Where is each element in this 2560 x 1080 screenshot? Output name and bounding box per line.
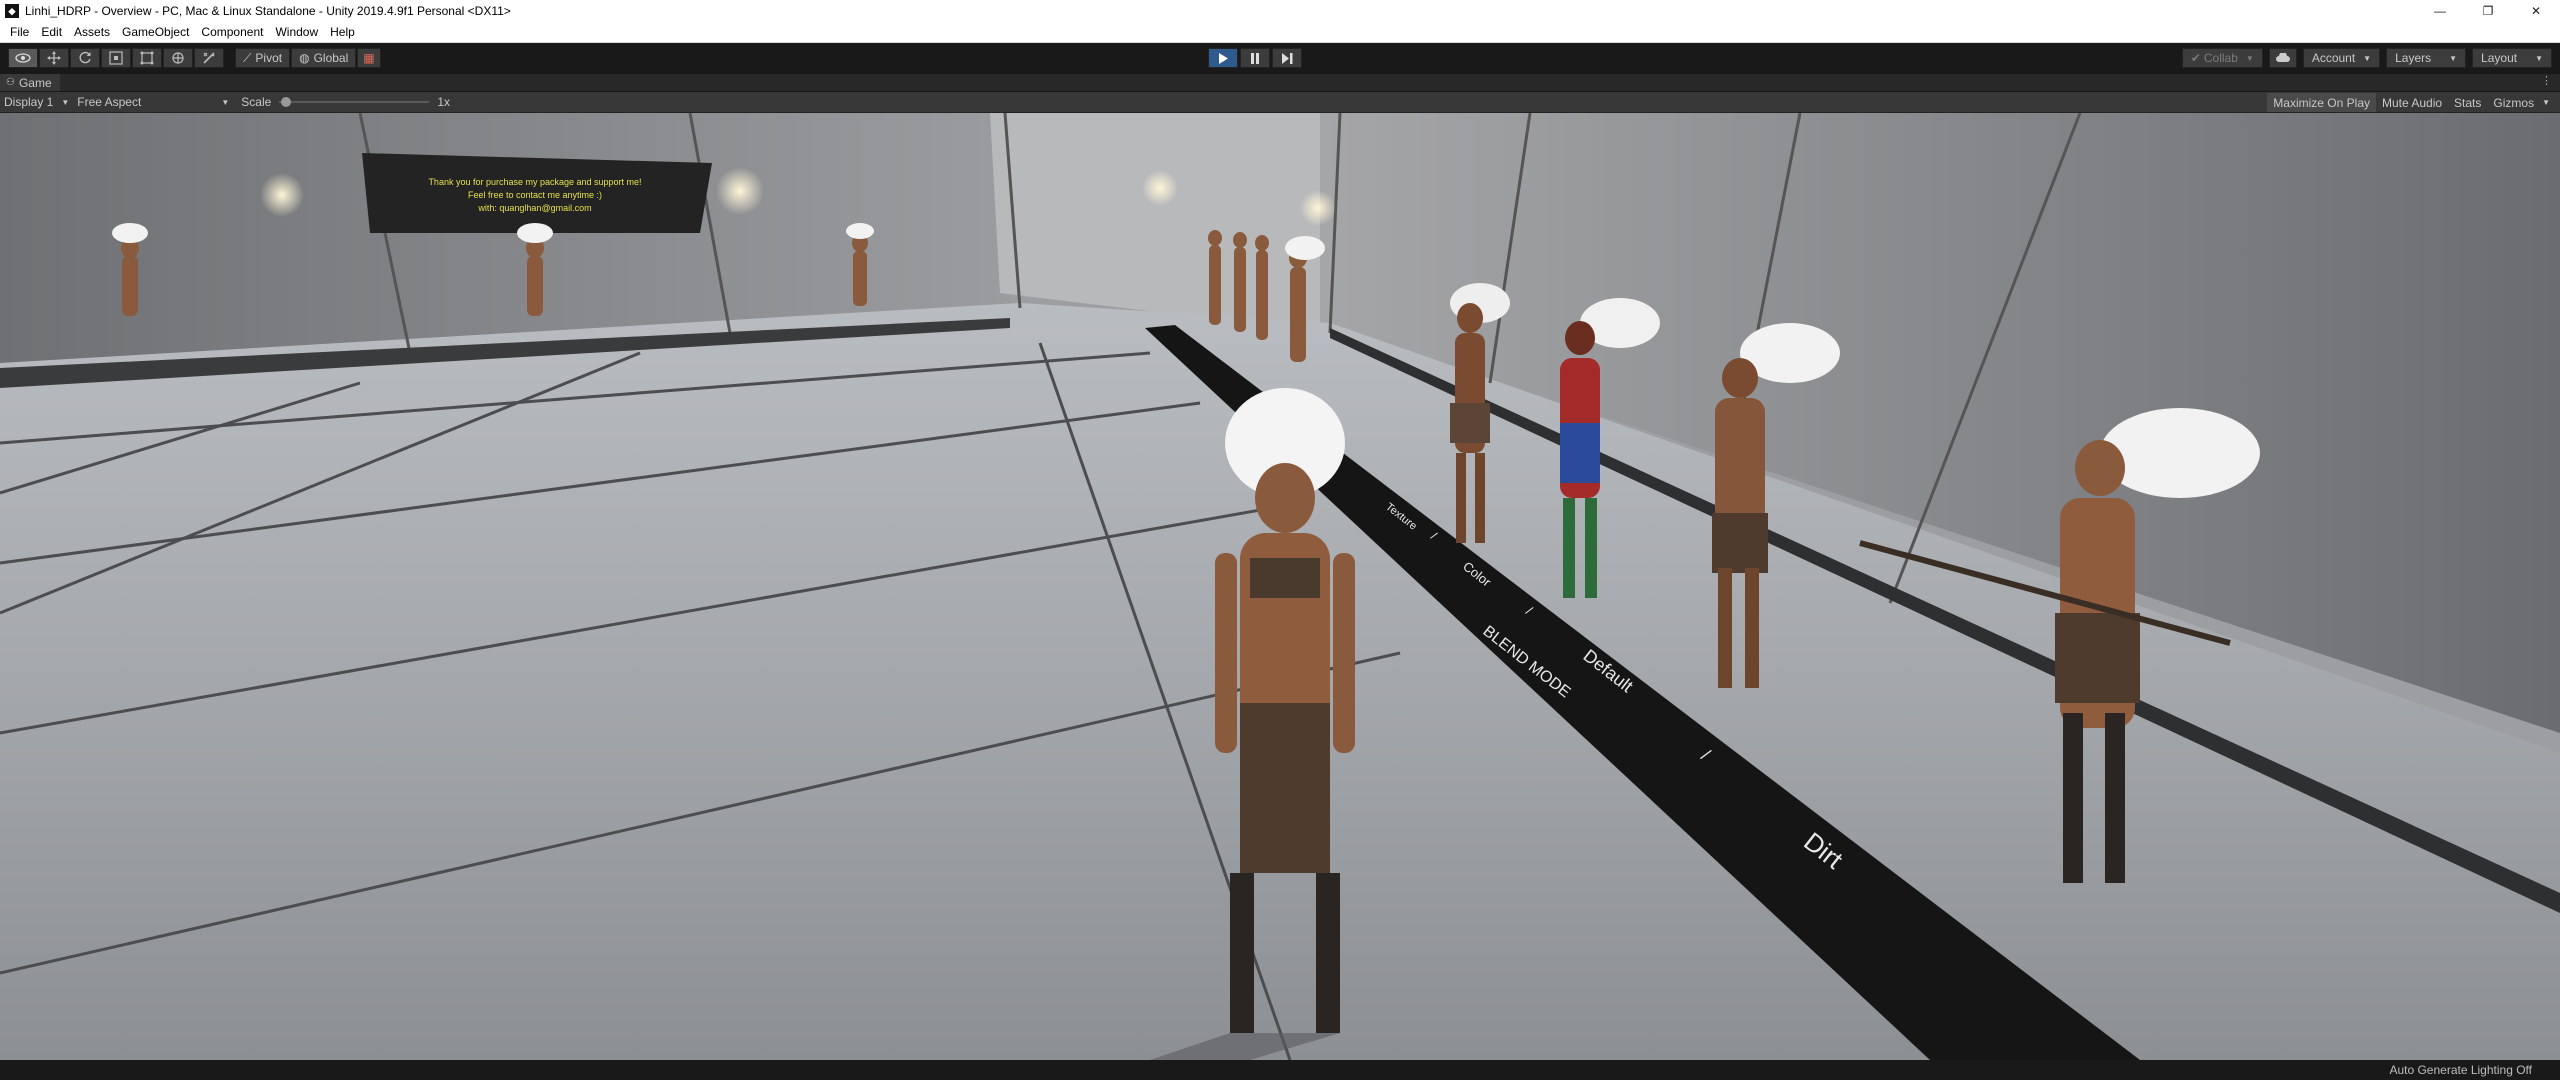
menu-component[interactable]: Component bbox=[195, 25, 269, 39]
menu-assets[interactable]: Assets bbox=[68, 25, 116, 39]
scale-tool-button[interactable] bbox=[101, 48, 131, 68]
pivot-label: Pivot bbox=[255, 51, 283, 65]
window-title: Linhi_HDRP - Overview - PC, Mac & Linux … bbox=[25, 4, 511, 18]
cloud-button[interactable] bbox=[2268, 48, 2297, 68]
aspect-dropdown[interactable]: Free Aspect ▼ bbox=[73, 95, 233, 109]
chevron-down-icon: ▼ bbox=[2542, 98, 2550, 107]
auto-lighting-status[interactable]: Auto Generate Lighting Off bbox=[2389, 1063, 2532, 1077]
status-bar: Auto Generate Lighting Off bbox=[0, 1060, 2560, 1080]
play-icon bbox=[1219, 52, 1228, 64]
cloud-icon bbox=[2275, 53, 2290, 62]
rotate-tool-button[interactable] bbox=[70, 48, 100, 68]
scale-slider-thumb[interactable] bbox=[281, 97, 292, 107]
rect-transform-icon bbox=[140, 51, 154, 65]
scale-slider[interactable] bbox=[279, 97, 430, 107]
display-dropdown[interactable]: Display 1 ▼ bbox=[0, 95, 73, 109]
game-view-toggles: Maximize On Play Mute Audio Stats Gizmos… bbox=[2267, 93, 2556, 112]
tab-game-label: Game bbox=[18, 75, 52, 90]
chevron-down-icon: ▼ bbox=[61, 97, 70, 107]
window-controls: — ❐ ✕ bbox=[2416, 0, 2560, 22]
layers-label: Layers bbox=[2395, 51, 2432, 65]
chevron-down-icon: ▼ bbox=[2535, 53, 2543, 63]
rotate-icon bbox=[79, 51, 91, 64]
game-view-toolbar: Display 1 ▼ Free Aspect ▼ Scale 1x Maxim… bbox=[0, 92, 2560, 113]
play-button[interactable] bbox=[1208, 48, 1238, 68]
menu-bar: File Edit Assets GameObject Component Wi… bbox=[0, 22, 2560, 43]
check-icon: ✔ bbox=[2190, 51, 2201, 65]
gizmos-toggle[interactable]: Gizmos ▼ bbox=[2487, 93, 2556, 112]
menu-window[interactable]: Window bbox=[269, 25, 324, 39]
menu-gameobject[interactable]: GameObject bbox=[116, 25, 195, 39]
main-toolbar: ⟋ Pivot ◍ Global ▦ ✔ Collab ▼ Account ▼ … bbox=[0, 44, 2560, 72]
tab-menu-icon[interactable]: ⋮ bbox=[2541, 74, 2552, 87]
grid-snap-icon: ▦ bbox=[363, 51, 375, 65]
window-title-bar: ◆ Linhi_HDRP - Overview - PC, Mac & Linu… bbox=[0, 0, 2560, 22]
step-icon bbox=[1281, 52, 1292, 64]
gamepad-icon: ⚇ bbox=[6, 77, 15, 88]
close-button[interactable]: ✕ bbox=[2512, 0, 2560, 22]
thank-you-sign: Thank you for purchase my package and su… bbox=[362, 153, 712, 233]
pivot-toggle[interactable]: ⟋ Pivot bbox=[235, 48, 291, 68]
stats-toggle[interactable]: Stats bbox=[2448, 93, 2487, 112]
rect-tool-button[interactable] bbox=[132, 48, 162, 68]
chevron-down-icon: ▼ bbox=[221, 97, 230, 107]
transform-icon bbox=[172, 52, 184, 64]
collab-dropdown[interactable]: ✔ Collab ▼ bbox=[2181, 48, 2263, 68]
view-tool-button[interactable] bbox=[8, 48, 38, 68]
custom-tool-button[interactable] bbox=[194, 48, 224, 68]
gizmos-label: Gizmos bbox=[2493, 95, 2535, 110]
sign-line-2: Feel free to contact me anytime :) bbox=[468, 190, 602, 200]
pivot-controls: ⟋ Pivot ◍ Global ▦ bbox=[235, 48, 382, 68]
collab-label: Collab bbox=[2203, 51, 2238, 65]
maximize-on-play-toggle[interactable]: Maximize On Play bbox=[2267, 93, 2376, 112]
global-label: Global bbox=[313, 51, 349, 65]
toolbar-right: ✔ Collab ▼ Account ▼ Layers ▼ Layout ▼ bbox=[2176, 48, 2552, 68]
menu-file[interactable]: File bbox=[4, 25, 35, 39]
account-dropdown[interactable]: Account ▼ bbox=[2302, 48, 2381, 68]
wall-light bbox=[716, 167, 764, 215]
chevron-down-icon: ▼ bbox=[2363, 53, 2372, 63]
chevron-down-icon: ▼ bbox=[2245, 53, 2254, 63]
transform-tool-button[interactable] bbox=[163, 48, 193, 68]
sign-line-3: with: quanglhan@gmail.com bbox=[477, 203, 591, 213]
scale-label: Scale bbox=[241, 95, 272, 109]
game-tab-bar: ⚇ Game ⋮ bbox=[0, 74, 2560, 91]
pivot-icon: ⟋ bbox=[243, 50, 252, 65]
restore-button[interactable]: ❐ bbox=[2464, 0, 2512, 22]
step-button[interactable] bbox=[1272, 48, 1302, 68]
minimize-button[interactable]: — bbox=[2416, 0, 2464, 22]
mute-audio-toggle[interactable]: Mute Audio bbox=[2376, 93, 2448, 112]
chevron-down-icon: ▼ bbox=[2449, 53, 2458, 63]
wall-light bbox=[1300, 190, 1336, 226]
eye-icon bbox=[15, 53, 31, 63]
wall-light bbox=[260, 173, 304, 217]
pause-button[interactable] bbox=[1240, 48, 1270, 68]
grid-snap-button[interactable]: ▦ bbox=[357, 48, 381, 68]
move-arrows-icon bbox=[47, 51, 61, 65]
wall-light bbox=[1142, 170, 1178, 206]
tab-game[interactable]: ⚇ Game bbox=[0, 74, 60, 91]
display-label: Display 1 bbox=[4, 95, 54, 109]
game-viewport[interactable]: Thank you for purchase my package and su… bbox=[0, 113, 2560, 1060]
layout-dropdown[interactable]: Layout ▼ bbox=[2472, 48, 2552, 68]
sign-line-1: Thank you for purchase my package and su… bbox=[428, 177, 641, 187]
move-tool-button[interactable] bbox=[39, 48, 69, 68]
scene-render: Thank you for purchase my package and su… bbox=[0, 113, 2560, 1060]
layout-label: Layout bbox=[2481, 51, 2518, 65]
pause-icon bbox=[1251, 52, 1259, 64]
account-label: Account bbox=[2311, 51, 2356, 65]
aspect-label: Free Aspect bbox=[77, 95, 142, 109]
transform-tools bbox=[8, 48, 225, 68]
scale-icon bbox=[109, 51, 123, 65]
playmode-controls bbox=[1208, 48, 1304, 68]
scale-value: 1x bbox=[437, 95, 450, 109]
layers-dropdown[interactable]: Layers ▼ bbox=[2386, 48, 2467, 68]
globe-icon: ◍ bbox=[299, 51, 310, 65]
unity-logo-icon: ◆ bbox=[5, 4, 19, 18]
scale-slider-track bbox=[279, 101, 430, 103]
global-toggle[interactable]: ◍ Global bbox=[291, 48, 357, 68]
wrench-icon bbox=[203, 52, 215, 64]
menu-edit[interactable]: Edit bbox=[35, 25, 68, 39]
menu-help[interactable]: Help bbox=[324, 25, 361, 39]
